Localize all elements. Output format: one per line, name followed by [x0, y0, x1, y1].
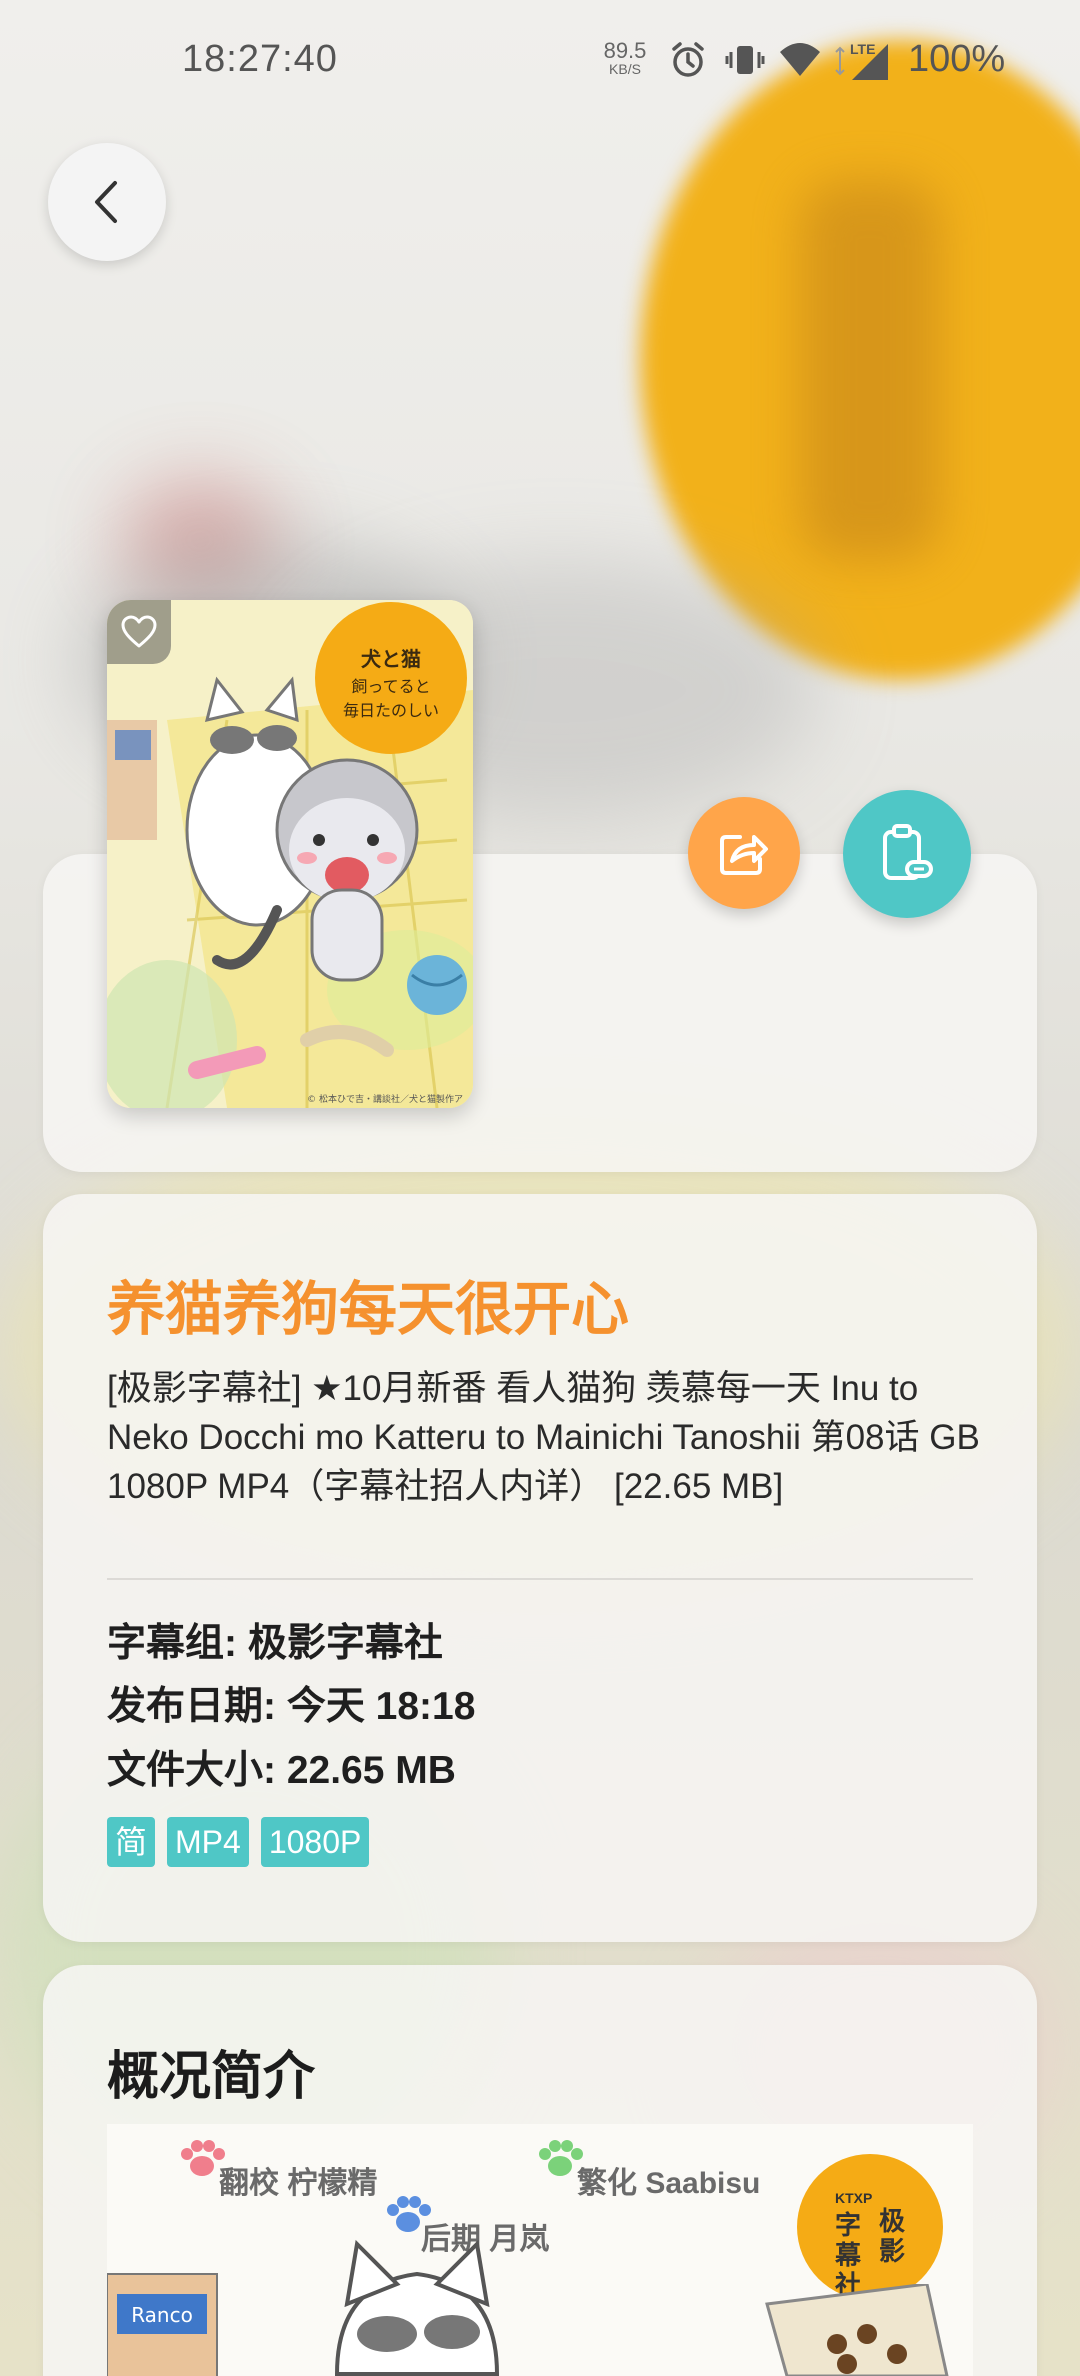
credit-traditional: 繁化 Saabisu — [577, 2167, 761, 2200]
jar-illustration — [765, 2284, 949, 2376]
chevron-left-icon — [95, 181, 117, 223]
box-illustration: Ranco — [107, 2273, 218, 2376]
divider — [107, 1578, 973, 1580]
back-button[interactable] — [48, 143, 166, 261]
alarm-icon — [672, 42, 704, 77]
copy-magnet-button[interactable] — [843, 790, 971, 918]
clipboard-link-icon — [883, 824, 933, 880]
tag-list: 简 MP4 1080P — [107, 1817, 370, 1867]
net-speed: 89.5 KB/S — [603, 38, 647, 77]
summary-image[interactable]: 翻校 柠檬精 后期 月岚 繁化 Saabisu KTXP 字幕社 极影 Ranc… — [107, 2124, 973, 2376]
status-bar: 18:27:40 89.5 KB/S LTE 100% — [0, 0, 1080, 120]
svg-text:毎日たのしい: 毎日たのしい — [343, 701, 439, 720]
svg-text:LTE: LTE — [850, 41, 875, 57]
share-icon — [720, 835, 768, 875]
heart-icon — [121, 615, 157, 648]
tag-format: MP4 — [167, 1817, 249, 1867]
svg-text:飼ってると: 飼ってると — [351, 677, 430, 696]
cell-signal-icon: LTE — [835, 41, 888, 80]
credit-proofreader: 翻校 柠檬精 — [219, 2167, 378, 2200]
favorite-button[interactable] — [107, 600, 171, 664]
file-size: 文件大小: 22.65 MB — [107, 1749, 456, 1792]
summary-heading: 概况简介 — [107, 2048, 316, 2106]
wifi-icon — [780, 43, 820, 76]
ktxp-logo — [797, 2154, 943, 2300]
svg-text:© 松本ひで吉・講談社／犬と猫製作ア: © 松本ひで吉・講談社／犬と猫製作ア — [307, 1093, 463, 1105]
status-time: 18:27:40 — [182, 38, 338, 80]
release-date: 发布日期: 今天 18:18 — [107, 1685, 476, 1728]
subtitle-group: 字幕组: 极影字幕社 — [107, 1622, 443, 1665]
svg-text:Ranco: Ranco — [131, 2303, 193, 2327]
tag-resolution: 1080P — [260, 1817, 370, 1867]
battery-level: 100% — [908, 38, 1006, 80]
tag-language: 简 — [107, 1817, 156, 1867]
cover-illustration: 犬と猫 飼ってると 毎日たのしい © 松本ひで吉・講談社／犬と猫製作ア — [107, 600, 473, 1108]
share-button[interactable] — [688, 797, 800, 909]
anime-title: 养猫养狗每天很开心 — [107, 1277, 630, 1342]
cover-image[interactable]: 犬と猫 飼ってると 毎日たのしい © 松本ひで吉・講談社／犬と猫製作ア — [107, 600, 473, 1108]
vibrate-icon — [725, 46, 765, 74]
svg-text:犬と猫: 犬と猫 — [361, 647, 421, 671]
cat-illustration — [334, 2239, 500, 2376]
release-description: [极影字幕社] ★10月新番 看人猫狗 羡慕每一天 Inu to Neko Do… — [107, 1369, 980, 1506]
